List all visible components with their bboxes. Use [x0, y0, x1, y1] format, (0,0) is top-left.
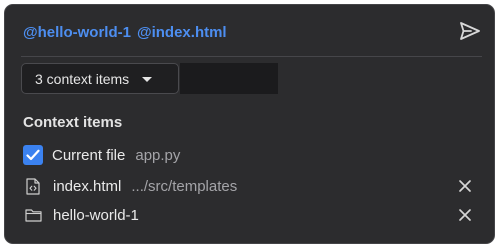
remove-index-html-button[interactable]	[457, 178, 473, 194]
context-item-name: hello-world-1	[53, 206, 139, 224]
context-bar-empty-area	[180, 63, 278, 94]
current-file-label: Current file	[52, 146, 126, 164]
close-icon	[459, 209, 471, 221]
chat-input-panel: @hello-world-1 @index.html 3 context ite…	[4, 4, 495, 244]
current-file-filename: app.py	[135, 146, 181, 164]
context-item-path: .../src/templates	[131, 177, 238, 195]
current-file-checkbox[interactable]	[23, 145, 43, 165]
context-item-index-html: index.html .../src/templates	[23, 174, 482, 198]
context-item-name: index.html	[53, 177, 122, 195]
context-item-hello-world-1: hello-world-1	[23, 203, 482, 227]
chevron-down-icon	[142, 77, 153, 82]
mention-index-html[interactable]: @index.html	[137, 24, 227, 41]
current-file-row: Current file app.py	[23, 143, 482, 167]
message-input[interactable]: @hello-world-1 @index.html	[23, 5, 484, 57]
context-bar: 3 context items	[21, 63, 278, 94]
section-title: Context items	[23, 114, 123, 131]
send-button[interactable]	[456, 17, 484, 45]
send-icon	[460, 22, 480, 40]
mention-hello-world-1[interactable]: @hello-world-1	[23, 24, 131, 41]
dropdown-label: 3 context items	[35, 70, 130, 87]
context-items-dropdown[interactable]: 3 context items	[21, 63, 179, 94]
file-code-icon	[23, 177, 43, 195]
close-icon	[459, 180, 471, 192]
remove-hello-world-1-button[interactable]	[457, 207, 473, 223]
mentions: @hello-world-1 @index.html	[23, 22, 227, 41]
checkmark-icon	[26, 149, 40, 161]
divider	[21, 56, 482, 57]
folder-icon	[23, 208, 43, 222]
